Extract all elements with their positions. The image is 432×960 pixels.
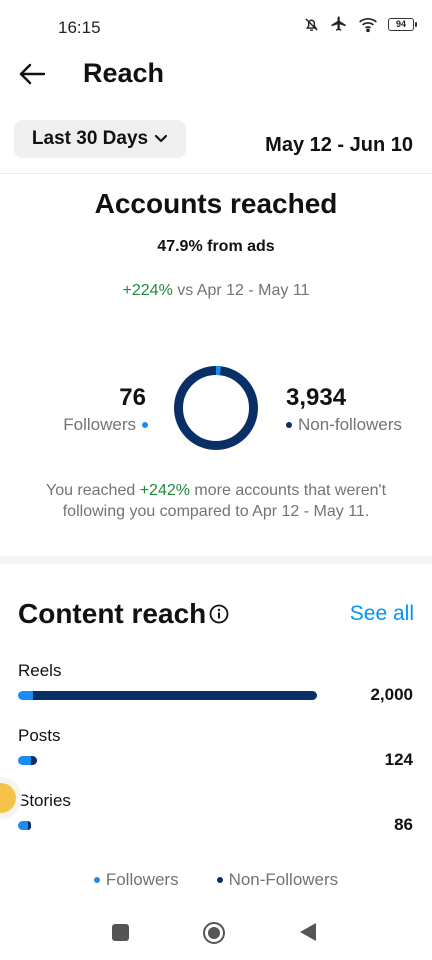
content-reach-legend: Followers Non-Followers (0, 870, 432, 890)
donut-non-followers-arc (174, 366, 258, 450)
status-time: 16:15 (58, 18, 101, 37)
arrow-left-icon (19, 63, 46, 85)
non-followers-label: Non-followers (298, 415, 402, 434)
stories-label: Stories (18, 791, 71, 810)
legend-followers: Followers (93, 870, 179, 890)
see-all-link[interactable]: See all (350, 602, 414, 626)
page-title: Reach (83, 58, 165, 88)
date-range-dropdown[interactable]: Last 30 Days (14, 120, 186, 158)
battery-icon: 94 (388, 17, 417, 31)
reels-bar-followers (18, 691, 33, 700)
legend-non-followers: Non-Followers (216, 870, 339, 890)
posts-bar-non-followers (30, 756, 37, 765)
comparison-period: vs Apr 12 - May 11 (172, 282, 310, 299)
info-icon[interactable] (209, 604, 229, 624)
stories-value: 86 (394, 815, 413, 834)
stories-bar (18, 821, 31, 830)
posts-bar (18, 756, 37, 765)
accounts-reached-title: Accounts reached (94, 188, 338, 219)
content-reach-title: Content reach (18, 598, 207, 629)
reels-bar-non-followers (32, 691, 317, 700)
legend-followers-dot (93, 877, 100, 883)
reels-value: 2,000 (370, 685, 413, 704)
chevron-down-icon (154, 134, 168, 143)
posts-value: 124 (384, 750, 413, 769)
posts-label: Posts (18, 726, 61, 745)
wifi-icon (359, 17, 377, 32)
legend-followers-label: Followers (105, 870, 179, 889)
comparison-text: +224% vs Apr 12 - May 11 (0, 282, 432, 300)
reels-bar (18, 691, 317, 700)
note-change: +242% (139, 482, 190, 499)
reach-summary-note: You reached +242% more accounts that wer… (28, 480, 404, 522)
bell-off-icon (305, 17, 318, 31)
stories-bar-non-followers (28, 821, 31, 830)
home-button[interactable] (203, 922, 225, 944)
system-back-button[interactable] (300, 923, 316, 941)
date-range-dropdown-label: Last 30 Days (31, 128, 149, 149)
reach-donut-chart (174, 366, 258, 450)
non-followers-legend: Non-followers (286, 415, 402, 435)
section-divider (0, 556, 432, 564)
from-ads-text: 47.9% from ads (157, 238, 275, 255)
posts-bar-followers (18, 756, 31, 765)
reels-label: Reels (18, 661, 62, 680)
airplane-icon (331, 16, 346, 31)
status-icons: 94 (303, 15, 417, 33)
followers-label: Followers (63, 415, 136, 434)
back-button[interactable] (16, 58, 48, 90)
followers-legend: Followers (63, 415, 148, 435)
change-percent: +224% (122, 282, 173, 299)
divider (0, 173, 432, 174)
recent-apps-button[interactable] (112, 924, 129, 941)
non-followers-count: 3,934 (286, 384, 347, 411)
legend-non-followers-dot (216, 877, 223, 883)
date-range-text: May 12 - Jun 10 (265, 134, 413, 156)
non-followers-dot (286, 422, 292, 428)
stories-bar-followers (18, 821, 29, 830)
note-prefix: You reached (45, 482, 140, 499)
floating-assistant-bubble[interactable] (0, 783, 16, 813)
followers-count: 76 (119, 384, 146, 411)
followers-dot (142, 422, 148, 428)
legend-non-followers-label: Non-Followers (228, 870, 339, 889)
